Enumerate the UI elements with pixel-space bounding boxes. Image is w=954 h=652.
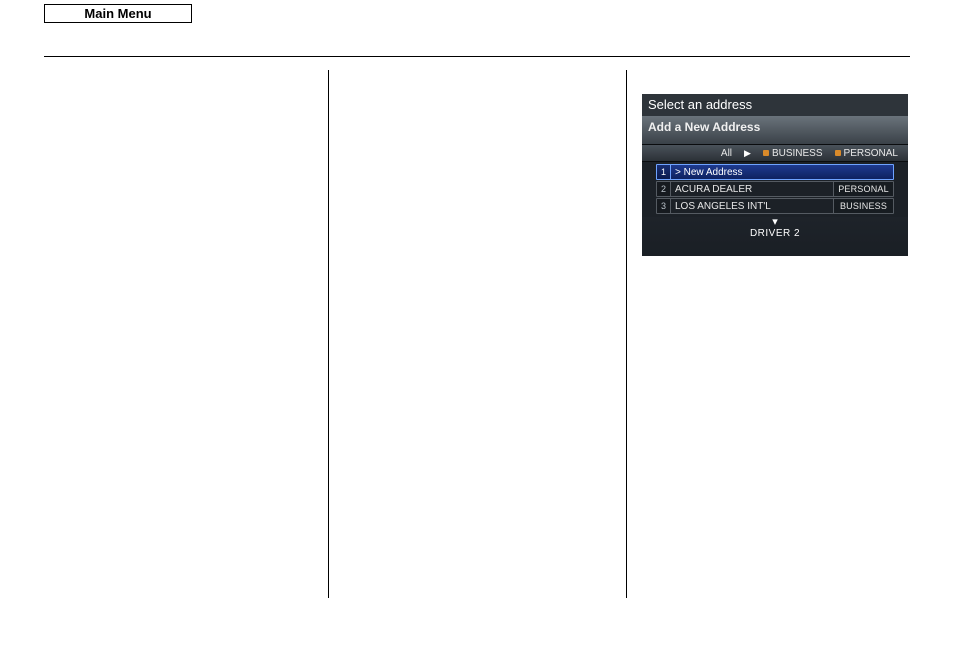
business-dot-icon (763, 150, 769, 156)
row-tag: PERSONAL (833, 182, 893, 196)
list-item: 2 ACURA DEALER PERSONAL (656, 181, 894, 197)
list-item: 1 > New Address (656, 164, 894, 180)
divider-horizontal (44, 56, 910, 57)
row-tag: BUSINESS (833, 199, 893, 213)
nav-filter-personal: PERSONAL (829, 148, 904, 159)
nav-filter-personal-label: PERSONAL (844, 148, 898, 159)
row-label: ACURA DEALER (671, 184, 833, 195)
chevron-down-icon: ▾ (642, 217, 908, 227)
nav-filter-all: All (715, 148, 738, 159)
row-number: 2 (657, 182, 671, 196)
nav-filter-business-label: BUSINESS (772, 148, 823, 159)
nav-driver-label: DRIVER 2 (642, 227, 908, 242)
personal-dot-icon (835, 150, 841, 156)
play-icon: ▶ (738, 148, 757, 159)
nav-filter-bar: All ▶ BUSINESS PERSONAL (642, 144, 908, 162)
main-menu-label: Main Menu (84, 6, 151, 21)
row-number: 1 (657, 165, 671, 179)
list-item: 3 LOS ANGELES INT'L BUSINESS (656, 198, 894, 214)
row-label: LOS ANGELES INT'L (671, 201, 833, 212)
nav-screen-title: Select an address (642, 94, 908, 116)
nav-address-list: 1 > New Address 2 ACURA DEALER PERSONAL … (642, 162, 908, 217)
row-number: 3 (657, 199, 671, 213)
divider-vertical-1 (328, 70, 329, 598)
navigation-screenshot: Select an address Add a New Address All … (642, 94, 908, 256)
divider-vertical-2 (626, 70, 627, 598)
nav-screen-subtitle: Add a New Address (642, 116, 908, 144)
main-menu-button[interactable]: Main Menu (44, 4, 192, 23)
nav-filter-business: BUSINESS (757, 148, 829, 159)
row-label: > New Address (671, 167, 893, 178)
